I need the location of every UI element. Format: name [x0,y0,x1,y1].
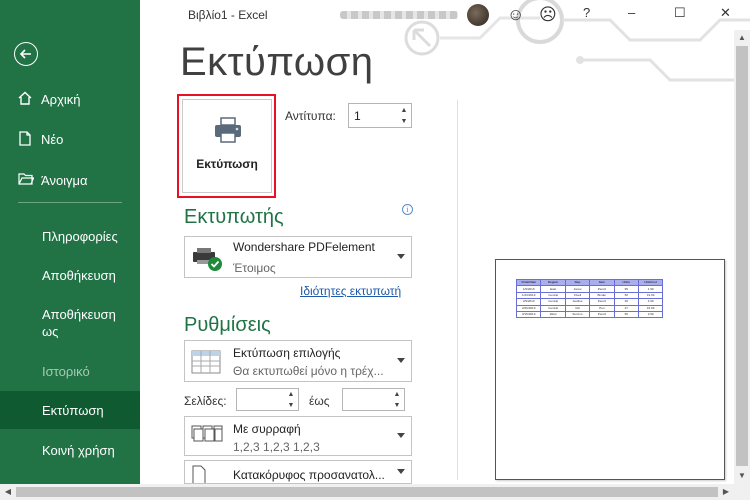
spin-down-icon[interactable]: ▼ [392,400,402,411]
page-title: Εκτύπωση [180,40,374,84]
vertical-scrollbar[interactable]: ▲ ▼ [734,30,750,484]
table-cell: Sorvino [564,310,591,319]
sidebar-item-share[interactable]: Κοινή χρήση [42,442,115,459]
print-button[interactable]: Εκτύπωση [182,99,272,193]
chevron-down-icon [397,469,405,474]
scroll-thumb[interactable] [16,487,718,497]
printer-ready-icon [191,246,223,277]
printer-properties-link[interactable]: Ιδιότητες εκτυπωτή [300,284,401,298]
printer-name: Wondershare PDFelement [233,240,375,254]
print-what-label: Εκτύπωση επιλογής [233,346,341,360]
scroll-up-icon[interactable]: ▲ [734,30,750,46]
sidebar-item-label: Αποθήκευση [42,307,116,322]
pages-to-label: έως [309,394,330,408]
table-row: 3/15/2019 West Sorvino Pencil 56 2.99 [515,310,664,319]
table-cell: 3/15/2019 [515,310,542,319]
info-icon[interactable]: i [402,204,413,215]
sidebar-item-label: Νέο [41,132,64,147]
table-cell: Pencil [589,310,615,319]
pages-label: Σελίδες: [184,394,227,408]
print-button-label: Εκτύπωση [196,157,258,171]
collate-label: Με συρραφή [233,422,301,436]
sheet-selection-icon [191,350,221,379]
backstage-sidebar: Αρχική Νέο Άνοιγμα Πληροφορίες Αποθήκευσ… [0,0,140,500]
sidebar-divider [18,202,122,203]
copies-label: Αντίτυπα: [285,109,336,123]
scroll-right-icon[interactable]: ▶ [718,484,734,500]
spin-up-icon[interactable]: ▲ [399,105,409,116]
spin-down-icon[interactable]: ▼ [286,400,296,411]
scroll-left-icon[interactable]: ◀ [0,484,16,500]
maximize-button[interactable]: ☐ [674,5,686,21]
collate-icon [191,423,223,454]
smile-feedback-icon[interactable]: ☺ [507,6,524,24]
window-title: Βιβλίο1 - Excel [188,8,268,22]
copies-input[interactable] [354,107,392,124]
horizontal-scrollbar[interactable]: ◀ ▶ [0,484,750,500]
collate-order: 1,2,3 1,2,3 1,2,3 [233,440,320,454]
orientation-dropdown[interactable]: Κατακόρυφος προσανατολ... [184,460,412,484]
chevron-down-icon [397,358,405,363]
sidebar-item-info[interactable]: Πληροφορίες [42,228,118,245]
sidebar-item-label: Αρχική [41,92,81,107]
sidebar-item-label: ως [42,324,59,339]
scroll-thumb[interactable] [736,46,748,466]
print-what-description: Θα εκτυπωθεί μόνο η τρέχ... [233,364,384,378]
pages-from-stepper[interactable]: ▲ ▼ [236,388,299,411]
table-cell: West [540,310,566,319]
sidebar-item-history[interactable]: Ιστορικό [42,363,90,380]
printer-status: Έτοιμος [233,261,276,275]
title-bar: Βιβλίο1 - Excel ☺ ☹ ? – ☐ ✕ [140,0,750,84]
collate-dropdown[interactable]: Με συρραφή 1,2,3 1,2,3 1,2,3 [184,416,412,456]
new-document-icon [18,131,32,149]
pages-to-stepper[interactable]: ▲ ▼ [342,388,405,411]
close-button[interactable]: ✕ [720,5,731,21]
chevron-down-icon [397,433,405,438]
print-preview-page: OrderDate Region Rep Item Units UnitCost 1/6/2… [495,259,725,480]
table-cell: 2.99 [637,310,664,319]
preview-table: OrderDate Region Rep Item Units UnitCost 1/6/2… [515,278,664,319]
spin-up-icon[interactable]: ▲ [286,389,296,400]
settings-section-title: Ρυθμίσεις [184,314,271,336]
minimize-button[interactable]: – [628,5,635,20]
sidebar-item-save[interactable]: Αποθήκευση [42,267,116,284]
spin-down-icon[interactable]: ▼ [399,116,409,127]
panel-divider [457,100,458,480]
folder-icon [18,172,35,189]
help-button[interactable]: ? [583,5,590,20]
home-icon [18,91,32,108]
table-cell: 56 [613,310,639,319]
copies-stepper[interactable]: ▲ ▼ [348,103,412,128]
portrait-orientation-icon [191,465,207,483]
frown-feedback-icon[interactable]: ☹ [539,6,557,24]
print-what-dropdown[interactable]: Εκτύπωση επιλογής Θα εκτυπωθεί μόνο η τρ… [184,340,412,382]
scroll-down-icon[interactable]: ▼ [734,468,750,484]
back-arrow-icon[interactable] [14,42,38,66]
account-name [340,11,458,19]
printer-dropdown[interactable]: Wondershare PDFelement Έτοιμος [184,236,412,278]
sidebar-item-label: Εκτύπωση [42,403,104,418]
chevron-down-icon [397,254,405,259]
avatar[interactable] [467,4,489,26]
orientation-label: Κατακόρυφος προσανατολ... [233,468,385,482]
printer-section-title: Εκτυπωτής [184,206,284,228]
sidebar-item-label: Άνοιγμα [41,173,88,188]
spin-up-icon[interactable]: ▲ [392,389,402,400]
printer-icon [215,117,241,143]
